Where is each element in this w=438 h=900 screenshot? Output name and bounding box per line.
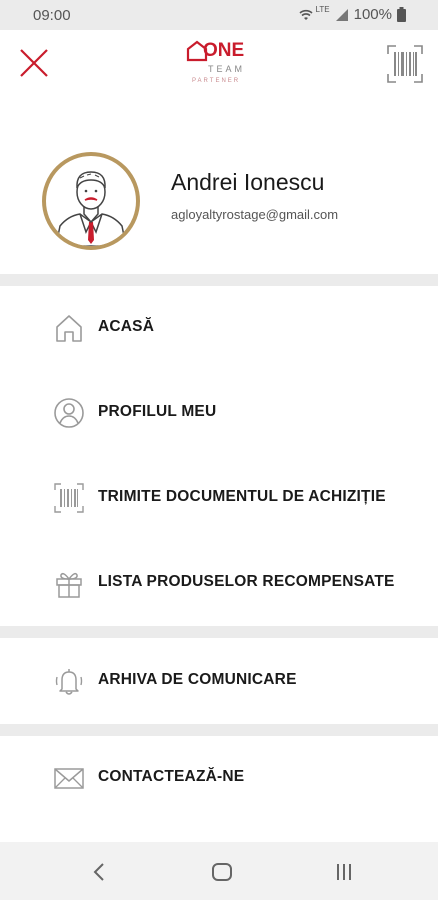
avatar [42, 152, 140, 250]
logo-team-text: TEAM [208, 64, 246, 74]
mail-icon [54, 768, 84, 789]
home-icon [56, 315, 82, 342]
menu-item-send-document[interactable]: TRIMITE DOCUMENTUL DE ACHIZIȚIE [0, 468, 438, 528]
onteam-logo: ONE TEAM PARTENER [186, 40, 254, 90]
menu-item-rewards-list[interactable]: LISTA PRODUSELOR RECOMPENSATE [0, 553, 438, 613]
app-header: ONE TEAM PARTENER [0, 30, 438, 110]
section-divider [0, 626, 438, 638]
user-avatar-icon [55, 171, 127, 246]
barcode-icon[interactable] [386, 44, 424, 84]
status-time: 09:00 [33, 7, 71, 24]
logo-one-text: ONE [203, 40, 245, 61]
logo-partener-text: PARTENER [192, 78, 241, 84]
user-email: agloyaltyrostage@gmail.com [171, 207, 339, 222]
battery-icon [397, 7, 406, 22]
gift-icon [56, 572, 82, 598]
wifi-icon [299, 9, 313, 20]
section-divider [0, 724, 438, 736]
menu-item-contact-us[interactable]: CONTACTEAZĂ-NE [0, 748, 438, 808]
back-icon[interactable] [87, 860, 111, 884]
user-profile[interactable]: Andrei Ionescu agloyaltyrostage@gmail.co… [0, 145, 438, 270]
status-icons: LTE 100% [298, 5, 406, 23]
battery-level: 100% [353, 6, 392, 23]
barcode-icon [54, 483, 84, 513]
menu-item-label: PROFILUL MEU [98, 403, 217, 420]
menu-item-label: CONTACTEAZĂ-NE [98, 768, 245, 785]
bell-icon [55, 669, 83, 695]
home-button-icon[interactable] [210, 860, 234, 884]
signal-icon [335, 8, 348, 21]
section-divider [0, 274, 438, 286]
menu-item-label: ARHIVA DE COMUNICARE [98, 671, 297, 688]
menu-item-label: LISTA PRODUSELOR RECOMPENSATE [98, 573, 395, 590]
user-icon [54, 398, 84, 428]
menu-item-profile[interactable]: PROFILUL MEU [0, 383, 438, 443]
system-nav-bar [0, 842, 438, 900]
user-name: Andrei Ionescu [171, 169, 325, 195]
menu-item-communication-archive[interactable]: ARHIVA DE COMUNICARE [0, 651, 438, 711]
close-icon[interactable] [17, 46, 51, 80]
menu-item-label: TRIMITE DOCUMENTUL DE ACHIZIȚIE [98, 488, 386, 505]
menu-item-home[interactable]: ACASĂ [0, 298, 438, 358]
recents-icon[interactable] [332, 860, 356, 884]
network-type: LTE [315, 5, 330, 14]
status-bar: 09:00 LTE 100% [0, 0, 438, 30]
menu-item-label: ACASĂ [98, 318, 155, 335]
